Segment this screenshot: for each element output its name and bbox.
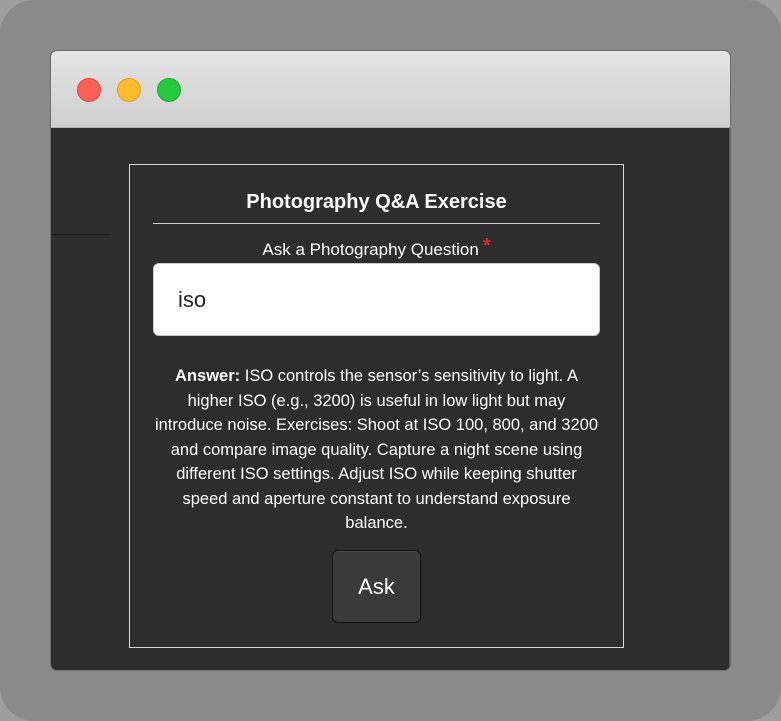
answer-label: Answer: xyxy=(175,367,241,385)
window-titlebar xyxy=(51,51,730,128)
question-field-label: Ask a Photography Question * xyxy=(130,235,623,261)
app-window: Photography Q&A Exercise Ask a Photograp… xyxy=(51,51,730,670)
form-title: Photography Q&A Exercise xyxy=(246,191,507,213)
close-window-button[interactable] xyxy=(77,78,101,102)
question-label-text: Ask a Photography Question xyxy=(262,240,479,259)
title-divider xyxy=(153,223,600,224)
answer-body: ISO controls the sensor’s sensitivity to… xyxy=(154,367,599,532)
minimize-window-button[interactable] xyxy=(117,78,141,102)
question-input[interactable] xyxy=(153,263,600,336)
answer-text-block: Answer: ISO controls the sensor’s sensit… xyxy=(153,364,600,536)
right-edge-line xyxy=(729,127,730,670)
zoom-window-button[interactable] xyxy=(157,78,181,102)
required-asterisk: * xyxy=(482,235,491,257)
ask-button[interactable]: Ask xyxy=(332,550,421,623)
qa-form-card: Photography Q&A Exercise Ask a Photograp… xyxy=(129,164,624,648)
left-divider xyxy=(51,234,110,235)
